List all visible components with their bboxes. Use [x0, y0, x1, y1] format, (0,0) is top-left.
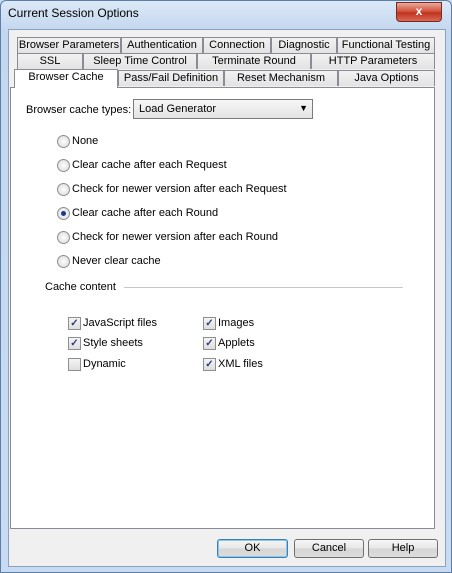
chevron-down-icon: ▼ [299, 103, 308, 113]
tab-functional-testing[interactable]: Functional Testing [337, 37, 435, 53]
radio-button[interactable] [57, 159, 70, 172]
tab-authentication[interactable]: Authentication [121, 37, 203, 53]
radio-button[interactable] [57, 135, 70, 148]
cache-types-value: Load Generator [139, 103, 217, 115]
tab-browser-cache[interactable]: Browser Cache [14, 69, 118, 88]
tab-reset-mechanism[interactable]: Reset Mechanism [224, 70, 338, 86]
cache-types-label: Browser cache types: [26, 104, 132, 116]
checkbox-label: XML files [218, 358, 263, 370]
tab-terminate-round[interactable]: Terminate Round [197, 53, 311, 69]
radio-button[interactable] [57, 231, 70, 244]
radio-label: Check for newer version after each Round [72, 231, 279, 243]
checkbox-label: Dynamic [83, 358, 126, 370]
close-button[interactable]: x [396, 2, 442, 22]
radio-label: Never clear cache [72, 255, 161, 267]
tab-browser-parameters[interactable]: Browser Parameters [17, 37, 121, 53]
checkbox-label: Applets [218, 337, 255, 349]
tab-connection[interactable]: Connection [203, 37, 271, 53]
tab-ssl[interactable]: SSL [17, 53, 83, 69]
tab-sleep-time-control[interactable]: Sleep Time Control [83, 53, 197, 69]
radio-label: Check for newer version after each Reque… [72, 183, 287, 195]
checkbox-checked[interactable]: ✓ [68, 317, 81, 330]
checkbox-checked[interactable]: ✓ [203, 358, 216, 371]
browser-cache-panel [10, 87, 435, 529]
window-title: Current Session Options [8, 6, 139, 20]
checkbox-label: Images [218, 317, 255, 329]
cache-types-select[interactable]: Load Generator ▼ [133, 99, 313, 119]
tab-diagnostic[interactable]: Diagnostic [271, 37, 337, 53]
cache-content-label: Cache content [45, 281, 116, 293]
tab-pass-fail-definition[interactable]: Pass/Fail Definition [118, 70, 224, 86]
radio-label: Clear cache after each Round [72, 207, 219, 219]
group-divider [124, 287, 403, 288]
ok-button[interactable]: OK [217, 539, 288, 558]
radio-button-selected[interactable] [57, 207, 70, 220]
cancel-button[interactable]: Cancel [294, 539, 364, 558]
tab-http-parameters[interactable]: HTTP Parameters [311, 53, 435, 69]
radio-button[interactable] [57, 255, 70, 268]
close-icon: x [415, 4, 423, 18]
radio-button[interactable] [57, 183, 70, 196]
tab-java-options[interactable]: Java Options [338, 70, 435, 86]
checkbox-unchecked[interactable] [68, 358, 81, 371]
radio-label: None [72, 135, 99, 147]
checkbox-checked[interactable]: ✓ [203, 317, 216, 330]
help-button[interactable]: Help [368, 539, 438, 558]
checkbox-checked[interactable]: ✓ [203, 337, 216, 350]
checkbox-label: JavaScript files [83, 317, 157, 329]
radio-label: Clear cache after each Request [72, 159, 227, 171]
checkbox-checked[interactable]: ✓ [68, 337, 81, 350]
checkbox-label: Style sheets [83, 337, 143, 349]
